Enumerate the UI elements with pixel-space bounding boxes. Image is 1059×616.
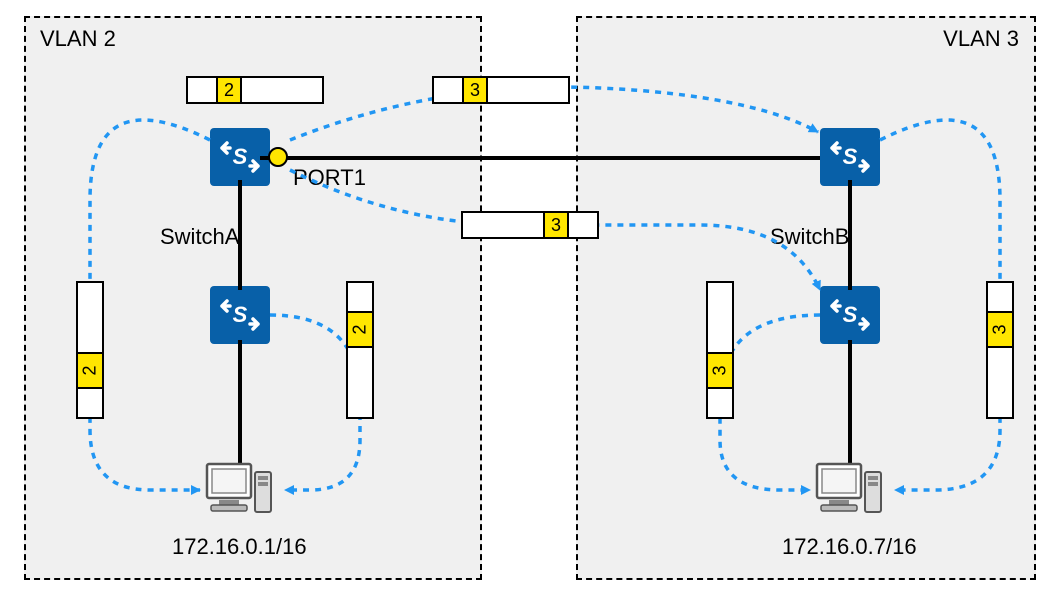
frame-tag-right-outer: 3 bbox=[986, 281, 1014, 419]
vlan2-title: VLAN 2 bbox=[40, 26, 116, 52]
switch-b-top-icon: S bbox=[820, 128, 880, 186]
frame-tag-value: 3 bbox=[989, 324, 1010, 334]
host-left-ip: 172.16.0.1/16 bbox=[172, 534, 307, 560]
host-left-icon bbox=[205, 462, 275, 517]
port1-label: PORT1 bbox=[293, 165, 366, 191]
svg-text:S: S bbox=[233, 302, 248, 327]
frame-tag-value: 3 bbox=[551, 215, 561, 236]
switchb-host-link bbox=[848, 340, 852, 470]
frame-tag-value: 3 bbox=[470, 80, 480, 101]
port1-dot-icon bbox=[268, 147, 288, 167]
svg-text:S: S bbox=[843, 302, 858, 327]
host-right-icon bbox=[815, 462, 885, 517]
frame-tag-value: 2 bbox=[224, 80, 234, 101]
switch-b-bottom-icon: S bbox=[820, 286, 880, 344]
host-right-ip: 172.16.0.7/16 bbox=[782, 534, 917, 560]
frame-tag-left-outer: 2 bbox=[76, 281, 104, 419]
frame-tag-top-right: 3 bbox=[432, 76, 570, 104]
svg-text:S: S bbox=[843, 144, 858, 169]
switchb-stack-link bbox=[848, 180, 852, 290]
switch-b-label: SwitchB bbox=[770, 224, 849, 250]
switcha-stack-link bbox=[238, 180, 242, 290]
switcha-host-link bbox=[238, 340, 242, 470]
trunk-link bbox=[260, 156, 820, 160]
frame-tag-value: 2 bbox=[79, 365, 100, 375]
svg-text:S: S bbox=[233, 144, 248, 169]
frame-tag-value: 3 bbox=[709, 365, 730, 375]
vlan3-title: VLAN 3 bbox=[943, 26, 1019, 52]
frame-tag-mid-right: 3 bbox=[461, 211, 599, 239]
vlan3-box bbox=[576, 16, 1036, 580]
frame-tag-value: 2 bbox=[349, 324, 370, 334]
frame-tag-left-inner: 2 bbox=[346, 281, 374, 419]
switch-a-label: SwitchA bbox=[160, 224, 239, 250]
frame-tag-right-inner: 3 bbox=[706, 281, 734, 419]
frame-tag-top-left: 2 bbox=[186, 76, 324, 104]
switch-a-bottom-icon: S bbox=[210, 286, 270, 344]
